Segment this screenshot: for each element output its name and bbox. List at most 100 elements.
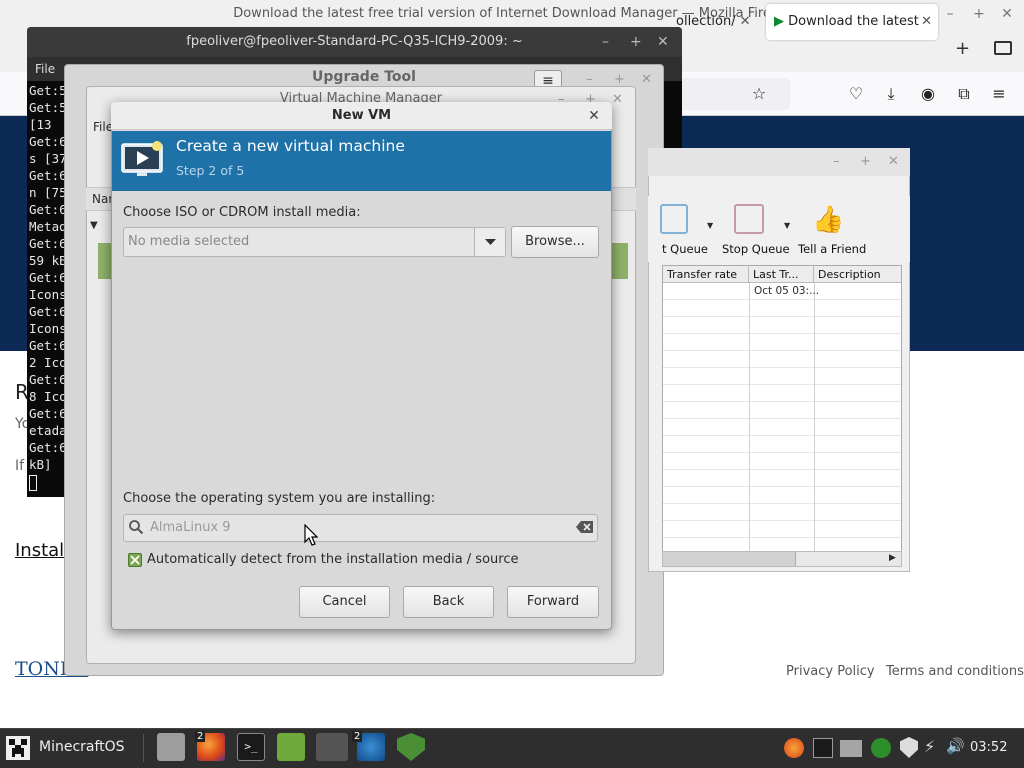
taskbar-separator xyxy=(143,734,144,762)
clear-field-icon[interactable] xyxy=(576,520,594,534)
idm-stop-queue-label[interactable]: Stop Queue xyxy=(722,242,790,256)
terminal-line: Get:6 xyxy=(29,236,67,251)
auto-detect-label[interactable]: Automatically detect from the installati… xyxy=(147,552,518,567)
idm-download-table[interactable]: Transfer rate Last Tr... Description Oct… xyxy=(662,265,902,552)
idm-tell-friend-label[interactable]: Tell a Friend xyxy=(798,242,866,256)
firefox-badge: 2 xyxy=(195,731,206,742)
terminal-maximize-icon[interactable]: + xyxy=(630,34,642,50)
terminal-line: n [75 xyxy=(29,185,67,200)
combo-dropdown-button[interactable] xyxy=(474,228,505,256)
idm-col-last-try[interactable]: Last Tr... xyxy=(749,266,814,283)
dialog-close-icon[interactable]: ✕ xyxy=(586,108,602,124)
new-tab-icon[interactable]: + xyxy=(955,38,970,59)
terminal-output: Get:5 Get:5 [13 Get:6 s [37 Get:6 n [75 Get:6 M… xyxy=(29,82,69,482)
mint-update-icon[interactable] xyxy=(277,733,305,761)
close-icon[interactable]: ✕ xyxy=(999,6,1015,22)
minimize-icon[interactable]: – xyxy=(586,72,593,87)
terminal-line: Get:5 xyxy=(29,100,67,115)
idm-row-last-try: Oct 05 03:... xyxy=(754,285,820,297)
scrollbar-thumb[interactable] xyxy=(663,552,796,566)
install-link[interactable]: Instal xyxy=(15,540,64,561)
stop-queue-icon[interactable] xyxy=(734,204,764,234)
start-menu-label[interactable]: MinecraftOS xyxy=(39,739,125,755)
terminal-line: Get:6 xyxy=(29,372,67,387)
new-vm-monitor-icon xyxy=(121,141,165,179)
clock[interactable]: 03:52 xyxy=(970,740,1007,755)
terminal-minimize-icon[interactable]: – xyxy=(602,34,609,50)
tab-close-icon[interactable]: ✕ xyxy=(921,4,932,40)
wizard-heading: Create a new virtual machine xyxy=(176,137,405,155)
os-search-value[interactable]: AlmaLinux 9 xyxy=(150,520,231,535)
install-media-value[interactable]: No media selected xyxy=(128,234,249,249)
back-button[interactable]: Back xyxy=(403,586,494,618)
wizard-step: Step 2 of 5 xyxy=(176,163,245,178)
column-divider xyxy=(814,283,815,551)
terminal-line: Get:6 xyxy=(29,202,67,217)
files-icon[interactable] xyxy=(157,733,185,761)
bookmark-star-icon[interactable]: ☆ xyxy=(749,84,769,104)
terminal-line: Get:6 xyxy=(29,338,67,353)
tray-folder-icon[interactable] xyxy=(840,740,862,757)
scroll-right-arrow-icon[interactable]: ▶ xyxy=(889,553,896,563)
terminal-line: Get:6 xyxy=(29,304,67,319)
maximize-icon[interactable]: + xyxy=(971,6,987,22)
download-icon[interactable]: ⤓ xyxy=(881,84,901,104)
terminal-line: etada xyxy=(29,423,67,438)
tray-terminal-icon[interactable] xyxy=(813,738,833,758)
volume-icon[interactable]: 🔊 xyxy=(946,737,965,755)
terminal-line: 59 kB xyxy=(29,253,67,268)
idm-start-queue-label[interactable]: t Queue xyxy=(662,242,708,256)
terminal-line: 8 Ico xyxy=(29,389,67,404)
privacy-policy-link[interactable]: Privacy Policy xyxy=(786,664,875,679)
maximize-icon[interactable]: + xyxy=(860,154,871,169)
creeper-menu-icon[interactable] xyxy=(6,736,30,760)
browse-button[interactable]: Browse... xyxy=(511,226,599,258)
idm-grid-rows xyxy=(663,283,901,551)
account-icon[interactable]: ◉ xyxy=(918,84,938,104)
terminal-line: Get:6 xyxy=(29,168,67,183)
start-queue-icon[interactable] xyxy=(660,204,688,234)
maximize-icon[interactable]: + xyxy=(614,72,625,87)
column-divider xyxy=(749,283,750,551)
expand-arrow-icon[interactable]: ▼ xyxy=(90,220,98,231)
idm-horizontal-scrollbar[interactable]: ▶ xyxy=(662,551,902,567)
terms-link[interactable]: Terms and conditions xyxy=(886,664,1024,679)
close-icon[interactable]: ✕ xyxy=(612,92,623,107)
terminal-close-icon[interactable]: ✕ xyxy=(657,34,669,50)
terminal-line: kB] xyxy=(29,457,52,472)
minimize-icon[interactable]: – xyxy=(833,154,840,169)
chevron-down-icon xyxy=(485,239,496,245)
search-icon xyxy=(128,519,144,535)
page-text: If xyxy=(15,458,25,474)
extensions-icon[interactable]: ⧉ xyxy=(954,84,974,104)
terminal-line: Get:6 xyxy=(29,440,67,455)
virt-manager-taskbar-icon[interactable] xyxy=(316,733,348,761)
terminal-line: Icons xyxy=(29,287,67,302)
close-icon[interactable]: ✕ xyxy=(641,72,652,87)
dropdown-arrow-icon[interactable]: ▼ xyxy=(707,221,713,230)
network-icon[interactable]: ⚡ xyxy=(924,737,935,756)
forward-button[interactable]: Forward xyxy=(507,586,599,618)
cancel-button[interactable]: Cancel xyxy=(299,586,390,618)
thumbs-up-icon[interactable]: 👍 xyxy=(812,205,844,235)
os-label: Choose the operating system you are inst… xyxy=(123,491,436,506)
close-icon[interactable]: ✕ xyxy=(888,154,899,169)
idm-col-transfer-rate[interactable]: Transfer rate xyxy=(663,266,749,283)
hamburger-menu-icon[interactable]: ≡ xyxy=(989,84,1009,104)
minimize-icon[interactable]: – xyxy=(942,6,958,22)
terminal-line: Icons xyxy=(29,321,67,336)
play-icon: ▶ xyxy=(774,14,784,29)
dropdown-arrow-icon[interactable]: ▼ xyxy=(784,221,790,230)
terminal-taskbar-icon[interactable]: >_ xyxy=(237,733,265,761)
idm-col-description[interactable]: Description xyxy=(814,266,901,283)
tray-idm-icon[interactable] xyxy=(871,738,891,758)
auto-detect-checkbox[interactable] xyxy=(128,553,142,567)
terminal-line: Get:6 xyxy=(29,134,67,149)
pocket-icon[interactable]: ♡ xyxy=(846,84,866,104)
terminal-line: Get:6 xyxy=(29,270,67,285)
tab-list-icon[interactable] xyxy=(994,41,1012,55)
tray-firefox-icon[interactable] xyxy=(784,738,804,758)
idm-badge: 2 xyxy=(352,731,363,742)
tab-active-download[interactable]: ▶ Download the latest ✕ xyxy=(766,4,938,40)
terminal-cursor xyxy=(29,475,37,491)
